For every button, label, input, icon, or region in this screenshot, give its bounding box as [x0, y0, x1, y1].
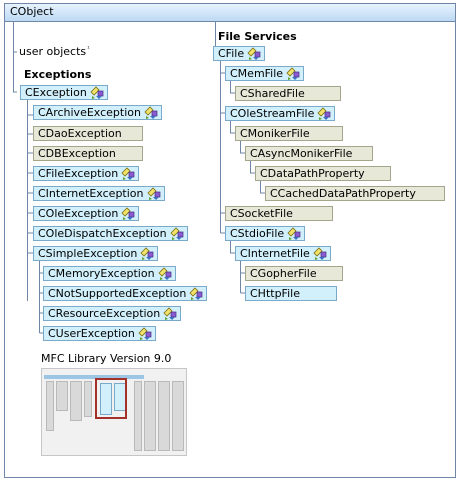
- minimap-column: [134, 381, 142, 451]
- minimap-caption: MFC Library Version 9.0: [41, 352, 172, 365]
- class-badge-icon: [317, 107, 331, 120]
- node-ccacheddatapathproperty[interactable]: CCachedDataPathProperty: [265, 186, 445, 201]
- node-label: CInternetFile: [240, 247, 310, 260]
- node-cnotsupportedexception[interactable]: CNotSupportedException: [43, 286, 208, 301]
- node-cuserexception[interactable]: CUserException: [43, 326, 156, 341]
- node-chttpfile[interactable]: CHttpFile: [245, 286, 337, 301]
- class-badge-icon: [140, 247, 154, 260]
- node-label: CResourceException: [48, 307, 161, 320]
- node-label: COleStreamFile: [230, 107, 315, 120]
- file-services-heading: File Services: [218, 30, 297, 43]
- node-cinternetexception[interactable]: CInternetException: [33, 186, 165, 201]
- node-cmemoryexception[interactable]: CMemoryException: [43, 266, 176, 281]
- node-carchiveexception[interactable]: CArchiveException: [33, 105, 162, 120]
- class-badge-icon: [170, 227, 184, 240]
- node-csimpleexception[interactable]: CSimpleException: [33, 246, 159, 261]
- class-badge-icon: [121, 167, 135, 180]
- class-hierarchy-diagram: CObject user objects¹ Exceptions File Se…: [4, 3, 456, 478]
- node-label: CHttpFile: [250, 287, 300, 300]
- minimap-column: [172, 381, 184, 451]
- node-cexception[interactable]: CException: [20, 85, 108, 100]
- node-label: COleException: [38, 207, 119, 220]
- node-cstdiofile[interactable]: CStdioFile: [225, 226, 306, 241]
- node-label: CUserException: [48, 327, 135, 340]
- node-label: CCachedDataPathProperty: [270, 187, 416, 200]
- node-cdatapathproperty[interactable]: CDataPathProperty: [255, 166, 391, 181]
- node-cdaoexception[interactable]: CDaoException: [33, 126, 143, 141]
- node-cmonikerfile[interactable]: CMonikerFile: [235, 126, 343, 141]
- class-badge-icon: [144, 106, 158, 119]
- cobject-label: CObject: [10, 5, 54, 18]
- node-label: CFile: [218, 47, 245, 60]
- class-badge-icon: [286, 67, 300, 80]
- node-colestreamfile[interactable]: COleStreamFile: [225, 106, 336, 121]
- class-badge-icon: [121, 207, 135, 220]
- class-badge-icon: [189, 287, 203, 300]
- user-objects-note: ¹: [87, 45, 90, 53]
- minimap-selection-box: [95, 378, 127, 419]
- node-coleexception[interactable]: COleException: [33, 206, 140, 221]
- node-label: CMemFile: [230, 67, 284, 80]
- minimap-column: [144, 381, 156, 451]
- node-cfile[interactable]: CFile: [213, 46, 266, 61]
- node-label: CException: [25, 86, 87, 99]
- node-cmemfile[interactable]: CMemFile: [225, 66, 305, 81]
- node-cfileexception[interactable]: CFileException: [33, 166, 140, 181]
- minimap-column: [56, 381, 68, 411]
- minimap-column: [46, 381, 54, 431]
- class-badge-icon: [138, 327, 152, 340]
- class-badge-icon: [287, 227, 301, 240]
- class-badge-icon: [247, 47, 261, 60]
- node-label: CMonikerFile: [240, 127, 310, 140]
- node-csharedfile[interactable]: CSharedFile: [235, 86, 341, 101]
- minimap-root-bar: [44, 375, 144, 379]
- node-label: CFileException: [38, 167, 119, 180]
- node-label: CNotSupportedException: [48, 287, 187, 300]
- node-label: CInternetException: [38, 187, 144, 200]
- node-label: CMemoryException: [48, 267, 155, 280]
- node-coledispatchexception[interactable]: COleDispatchException: [33, 226, 188, 241]
- node-csocketfile[interactable]: CSocketFile: [225, 206, 333, 221]
- node-label: CGopherFile: [250, 267, 317, 280]
- node-label: CSharedFile: [240, 87, 305, 100]
- node-cgopherfile[interactable]: CGopherFile: [245, 266, 343, 281]
- class-badge-icon: [90, 86, 104, 99]
- class-badge-icon: [163, 307, 177, 320]
- node-label: CDBException: [38, 147, 116, 160]
- class-badge-icon: [313, 247, 327, 260]
- exceptions-heading: Exceptions: [24, 68, 92, 81]
- cobject-root-bar[interactable]: CObject: [5, 4, 455, 22]
- minimap-column: [84, 381, 92, 417]
- node-label: CAsyncMonikerFile: [250, 147, 353, 160]
- version-minimap[interactable]: [41, 368, 187, 456]
- node-label: CArchiveException: [38, 106, 141, 119]
- class-badge-icon: [147, 187, 160, 200]
- class-badge-icon: [158, 267, 172, 280]
- node-cdbexception[interactable]: CDBException: [33, 146, 143, 161]
- node-label: CStdioFile: [230, 227, 285, 240]
- node-casyncmonikerfile[interactable]: CAsyncMonikerFile: [245, 146, 373, 161]
- node-label: COleDispatchException: [38, 227, 167, 240]
- node-label: CDataPathProperty: [260, 167, 365, 180]
- node-label: CSocketFile: [230, 207, 293, 220]
- user-objects-text: user objects: [19, 45, 87, 58]
- minimap-column: [158, 381, 170, 451]
- node-label: CDaoException: [38, 127, 122, 140]
- node-label: CSimpleException: [38, 247, 138, 260]
- minimap-column: [70, 381, 82, 421]
- node-cinternetfile[interactable]: CInternetFile: [235, 246, 331, 261]
- node-cresourceexception[interactable]: CResourceException: [43, 306, 182, 321]
- user-objects-label: user objects¹: [19, 45, 90, 58]
